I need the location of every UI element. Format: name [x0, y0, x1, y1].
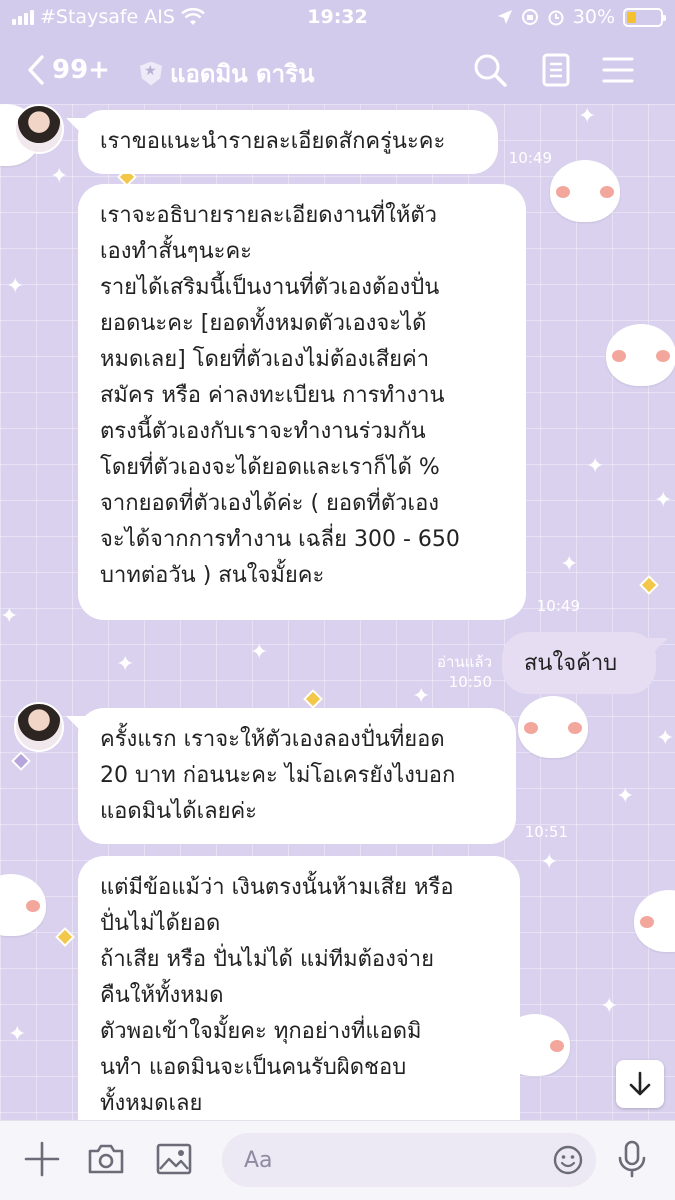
bear-sticker-icon	[518, 696, 588, 758]
menu-icon[interactable]	[598, 50, 638, 90]
sparkle-icon: ✦	[578, 104, 597, 129]
sparkle-icon: ✦	[654, 488, 673, 513]
unread-count: 99+	[52, 55, 110, 85]
battery-percent: 30%	[572, 6, 615, 28]
sparkle-icon: ✦	[250, 640, 269, 665]
back-button[interactable]: 99+	[26, 50, 120, 90]
sparkle-icon: ✦	[8, 1022, 27, 1047]
emoji-icon[interactable]	[552, 1144, 584, 1176]
chevron-left-icon	[28, 55, 44, 85]
diamond-deco-icon	[55, 927, 75, 947]
sparkle-icon: ✦	[616, 784, 635, 809]
message-time: 10:49	[508, 149, 552, 167]
plus-icon[interactable]	[22, 1139, 62, 1179]
orientation-lock-icon	[521, 9, 538, 25]
sparkle-icon: ✦	[6, 274, 25, 299]
sparkle-icon: ✦	[560, 552, 579, 577]
chat-header: 99+ แอดมิน ดาริน	[0, 36, 675, 104]
battery-icon	[623, 7, 666, 27]
chat-title[interactable]: แอดมิน ดาริน	[140, 54, 314, 93]
sparkle-icon: ✦	[656, 726, 675, 751]
notes-icon[interactable]	[536, 50, 576, 90]
diamond-deco-icon	[303, 689, 323, 709]
sparkle-icon: ✦	[116, 652, 135, 677]
message-bubble[interactable]: เราขอแนะนำรายละเอียดสักครู่นะคะ	[78, 110, 498, 174]
scroll-down-button[interactable]	[616, 1060, 664, 1108]
message-input-wrapper	[222, 1133, 596, 1187]
message-bubble[interactable]: แต่มีข้อแม้ว่า เงินตรงนั้นห้ามเสีย หรือ …	[78, 856, 520, 1120]
message-input-bar	[0, 1120, 675, 1200]
message-bubble[interactable]: ครั้งแรก เราจะให้ตัวเองลองปั่นที่ยอด 20 …	[78, 708, 516, 844]
chat-title-text: แอดมิน ดาริน	[170, 60, 315, 88]
chat-area[interactable]: ✦ ✦ ✦ ✦ ✦ ✦ ✦ ✦ ✦ ✦ ✦ ✦ ✦ ✦ ✦ เราขอแนะนำ…	[0, 104, 675, 1120]
bear-sticker-icon	[606, 324, 675, 386]
sparkle-icon: ✦	[586, 454, 605, 479]
status-bar: #Staysafe AIS 19:32 30%	[0, 0, 675, 36]
sparkle-icon: ✦	[0, 604, 19, 629]
sparkle-icon: ✦	[600, 994, 619, 1019]
avatar[interactable]	[14, 702, 64, 752]
sent-message-bubble[interactable]: สนใจค้าบ	[502, 632, 656, 694]
official-badge-icon	[140, 61, 162, 86]
avatar[interactable]	[14, 104, 64, 154]
bear-sticker-icon	[634, 890, 675, 952]
bear-sticker-icon	[550, 160, 620, 222]
bear-sticker-icon	[0, 874, 46, 936]
image-icon[interactable]	[154, 1139, 194, 1179]
message-bubble[interactable]: เราจะอธิบายรายละเอียดงานที่ให้ตัว เองทำส…	[78, 184, 526, 620]
sparkle-icon: ✦	[540, 850, 559, 875]
sparkle-icon: ✦	[50, 164, 69, 189]
microphone-icon[interactable]	[612, 1139, 652, 1179]
diamond-deco-icon	[11, 751, 31, 771]
search-icon[interactable]	[470, 50, 510, 90]
message-time: 10:49	[536, 597, 580, 615]
message-input[interactable]	[244, 1143, 544, 1177]
location-arrow-icon	[497, 10, 512, 24]
message-time: 10:50	[448, 673, 492, 691]
arrow-down-icon	[629, 1071, 651, 1096]
alarm-icon	[548, 10, 564, 26]
camera-icon[interactable]	[86, 1139, 126, 1179]
read-receipt: อ่านแล้ว	[437, 653, 492, 671]
status-right: 30%	[497, 6, 666, 28]
message-time: 10:51	[524, 823, 568, 841]
top-bar: #Staysafe AIS 19:32 30% 99+ แอดมิน ดาริน	[0, 0, 675, 104]
diamond-deco-icon	[639, 575, 659, 595]
